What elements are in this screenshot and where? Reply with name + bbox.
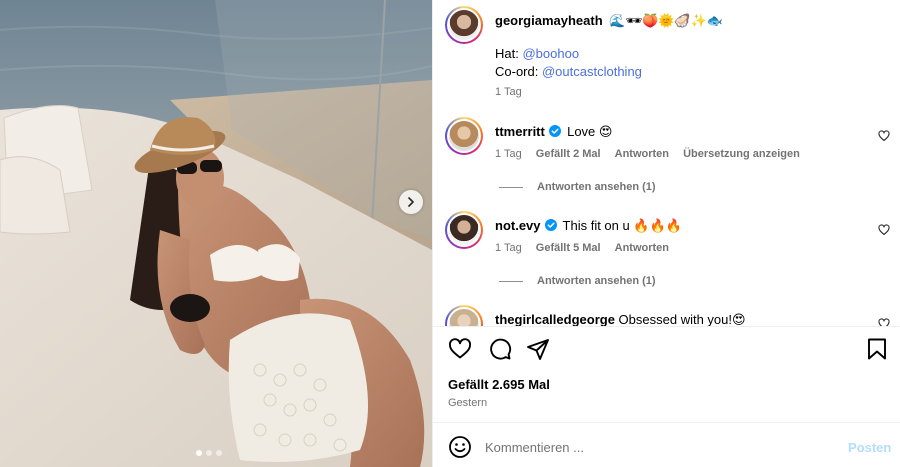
comment-2-meta: 1 Tag Gefällt 5 Mal Antworten (495, 242, 669, 254)
reply-button[interactable]: Antworten (615, 148, 669, 160)
reply-button[interactable]: Antworten (615, 242, 669, 254)
comment-icon[interactable] (488, 337, 512, 361)
author-emojis: 🌊🕶🍑🌞🦪✨🐟 (609, 13, 723, 28)
comment-username[interactable]: thegirlcalledgeorge (495, 312, 615, 326)
comment-1-meta: 1 Tag Gefällt 2 Mal Antworten Übersetzun… (495, 148, 800, 160)
photo-scene (0, 0, 432, 467)
replies-divider (499, 186, 523, 188)
comment-1: ttmerritt Love 😍 (495, 124, 612, 140)
likes-count[interactable]: Gefällt 2.695 Mal (448, 377, 550, 392)
comment-2: not.evy This fit on u 🔥🔥🔥 (495, 218, 682, 234)
carousel-next-button[interactable] (399, 190, 423, 214)
comment-time: 1 Tag (495, 242, 522, 254)
comment-text: This fit on u 🔥🔥🔥 (562, 218, 682, 233)
comment-text: Obsessed with you!😍 (618, 312, 746, 326)
comment-input[interactable] (485, 436, 825, 458)
replies-divider (499, 280, 523, 282)
caption-coord-label: Co-ord: (495, 64, 539, 79)
carousel-dot (206, 450, 212, 456)
caption-hat-label: Hat: (495, 46, 519, 61)
carousel-dot (216, 450, 222, 456)
bookmark-icon[interactable] (865, 337, 889, 361)
view-replies-button[interactable]: Antworten ansehen (1) (499, 275, 656, 287)
view-replies-label: Antworten ansehen (1) (537, 275, 656, 287)
post-details-panel: georgiamayheath 🌊🕶🍑🌞🦪✨🐟 Hat: @boohoo Co-… (432, 0, 900, 467)
mention-outcastclothing-link[interactable]: @outcastclothing (542, 64, 642, 79)
post-comment-button[interactable]: Posten (848, 440, 891, 455)
comment-3: thegirlcalledgeorge Obsessed with you!😍 (495, 312, 746, 326)
view-replies-label: Antworten ansehen (1) (537, 181, 656, 193)
carousel-dot-active (196, 450, 202, 456)
caption-time: 1 Tag (495, 86, 522, 98)
carousel-indicator (196, 450, 222, 456)
comment-like-heart-icon[interactable] (878, 318, 890, 326)
comment-likes-link[interactable]: Gefällt 2 Mal (536, 148, 601, 160)
author-avatar[interactable] (445, 6, 483, 44)
comment-like-heart-icon[interactable] (878, 130, 890, 142)
commenter-avatar[interactable] (445, 305, 483, 326)
comment-divider (433, 422, 900, 423)
actions-divider (433, 326, 900, 327)
comment-time: 1 Tag (495, 148, 522, 160)
caption-header: georgiamayheath 🌊🕶🍑🌞🦪✨🐟 (495, 13, 723, 29)
view-replies-button[interactable]: Antworten ansehen (1) (499, 181, 656, 193)
paper-plane-icon[interactable] (526, 337, 550, 361)
comments-list[interactable]: georgiamayheath 🌊🕶🍑🌞🦪✨🐟 Hat: @boohoo Co-… (433, 0, 900, 326)
comment-username[interactable]: ttmerritt (495, 124, 545, 139)
comment-text: Love 😍 (567, 124, 613, 139)
smiley-icon[interactable] (448, 435, 472, 459)
caption-line-hat: Hat: @boohoo (495, 46, 579, 61)
commenter-avatar[interactable] (445, 211, 483, 249)
author-username[interactable]: georgiamayheath (495, 13, 603, 28)
translate-button[interactable]: Übersetzung anzeigen (683, 148, 800, 160)
chevron-right-icon (408, 197, 414, 207)
verified-badge-icon (549, 125, 562, 137)
comment-username[interactable]: not.evy (495, 218, 541, 233)
heart-icon[interactable] (448, 337, 472, 361)
commenter-avatar[interactable] (445, 117, 483, 155)
instagram-post-modal: georgiamayheath 🌊🕶🍑🌞🦪✨🐟 Hat: @boohoo Co-… (0, 0, 900, 467)
mention-boohoo-link[interactable]: @boohoo (522, 46, 579, 61)
post-date: Gestern (448, 397, 488, 409)
verified-badge-icon (545, 219, 558, 231)
comment-like-heart-icon[interactable] (878, 224, 890, 236)
comment-likes-link[interactable]: Gefällt 5 Mal (536, 242, 601, 254)
post-photo[interactable] (0, 0, 432, 467)
caption-line-coord: Co-ord: @outcastclothing (495, 64, 642, 79)
